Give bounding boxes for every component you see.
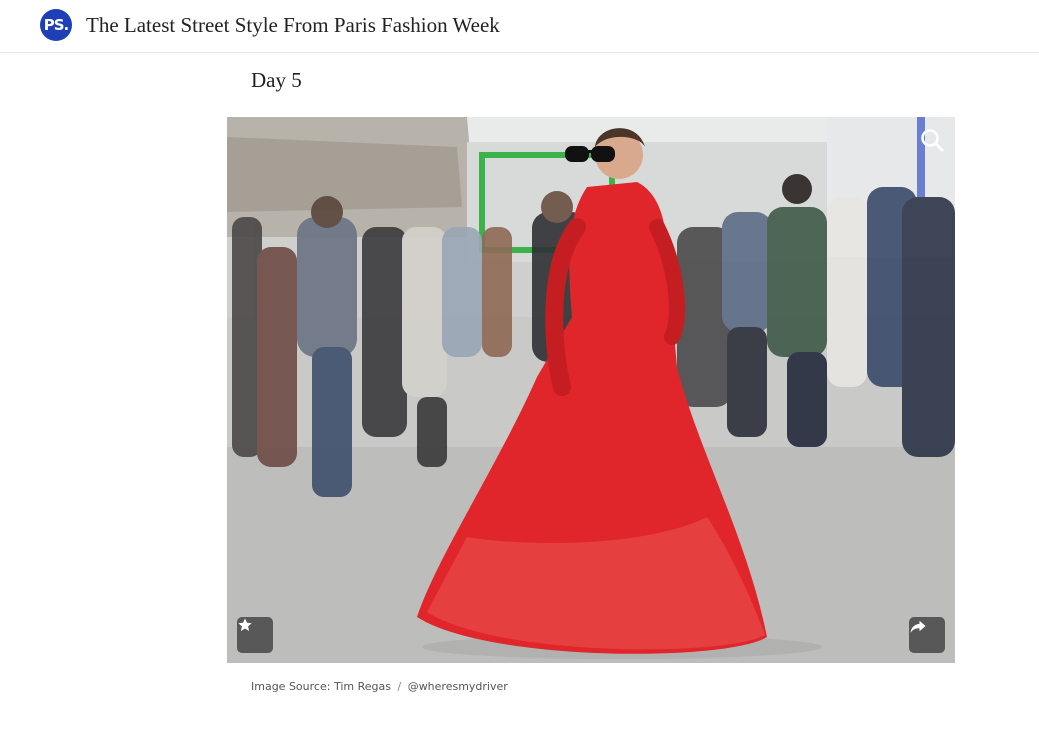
magnifier-icon — [921, 129, 944, 152]
share-button[interactable] — [909, 617, 945, 653]
popsugar-logo[interactable]: PS. — [40, 9, 72, 41]
caption-handle: @wheresmydriver — [407, 680, 508, 693]
caption-photographer: Tim Regas — [333, 680, 391, 693]
share-arrow-icon — [910, 620, 926, 633]
image-caption: Image Source: Tim Regas / @wheresmydrive… — [251, 680, 508, 693]
article-photo[interactable] — [227, 117, 955, 663]
zoom-button[interactable] — [919, 127, 945, 153]
street-style-photo — [227, 117, 955, 663]
save-star-button[interactable] — [237, 617, 273, 653]
section-heading: Day 5 — [251, 68, 302, 92]
site-header: PS. The Latest Street Style From Paris F… — [0, 0, 1039, 53]
caption-label: Image Source: — [251, 680, 331, 693]
star-icon — [238, 618, 252, 631]
caption-separator: / — [397, 680, 402, 693]
article-title: The Latest Street Style From Paris Fashi… — [86, 13, 500, 37]
